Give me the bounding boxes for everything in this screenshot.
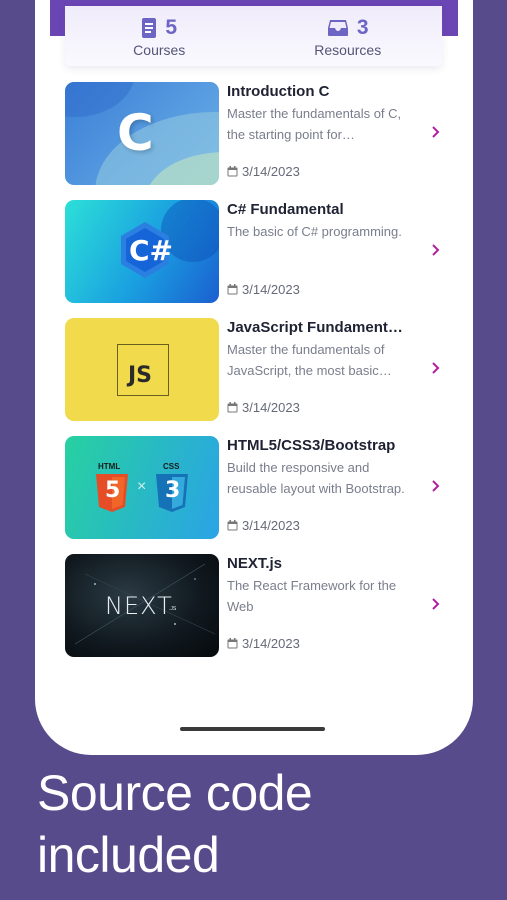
chevron-right-icon[interactable]: [425, 122, 445, 142]
course-title: JavaScript Fundamentals: [227, 319, 407, 336]
course-title: C# Fundamental: [227, 201, 344, 218]
stat-courses[interactable]: 5 Courses: [65, 6, 254, 66]
chevron-right-icon[interactable]: [425, 358, 445, 378]
calendar-icon: [227, 402, 238, 413]
course-card-c[interactable]: C Introduction C Master the fundamentals…: [65, 82, 445, 185]
headline-line-2: included: [37, 827, 220, 883]
resources-label: Resources: [314, 42, 382, 58]
stats-bar: 5 Courses 3 Resources: [65, 6, 442, 66]
course-date-text: 3/14/2023: [242, 400, 300, 415]
phone-screen: 5 Courses 3 Resources C Introduction C M…: [35, 0, 473, 755]
inbox-icon: [327, 20, 348, 36]
course-date-text: 3/14/2023: [242, 636, 300, 651]
course-card-csharp[interactable]: C# C# Fundamental The basic of C# progra…: [65, 200, 445, 303]
promo-headline: Source code included: [37, 762, 313, 886]
course-card-javascript[interactable]: JS JavaScript Fundamentals Master the fu…: [65, 318, 445, 421]
course-title: NEXT.js: [227, 555, 283, 572]
course-thumbnail: C#: [65, 200, 219, 303]
html5-number: 5: [105, 478, 121, 503]
calendar-icon: [227, 638, 238, 649]
course-thumbnail: C: [65, 82, 219, 185]
c-logo: C: [117, 104, 154, 162]
course-date: 3/14/2023: [227, 282, 300, 297]
chevron-right-icon[interactable]: [425, 476, 445, 496]
course-description: Master the fundamentals of JavaScript, t…: [227, 342, 385, 378]
course-list: C Introduction C Master the fundamentals…: [65, 82, 445, 672]
course-date-text: 3/14/2023: [242, 164, 300, 179]
course-title: HTML5/CSS3/Bootstrap: [227, 437, 396, 454]
course-date: 3/14/2023: [227, 400, 300, 415]
chevron-right-icon[interactable]: [425, 594, 445, 614]
resources-count: 3: [356, 16, 369, 39]
course-info: NEXT.js The React Framework for the Web …: [227, 554, 407, 657]
course-title: Introduction C: [227, 83, 330, 100]
course-info: C# Fundamental The basic of C# programmi…: [227, 200, 407, 303]
headline-line-1: Source code: [37, 765, 313, 821]
calendar-icon: [227, 166, 238, 177]
course-description: The React Framework for the Web: [227, 578, 397, 614]
css-label: CSS: [163, 462, 180, 471]
course-description: Build the responsive and reusable layout…: [227, 460, 405, 496]
next-logo: NEXT: [105, 592, 173, 620]
document-icon: [142, 18, 157, 38]
course-card-nextjs[interactable]: NEXT .JS NEXT.js The React Framework for…: [65, 554, 445, 657]
course-date: 3/14/2023: [227, 518, 300, 533]
calendar-icon: [227, 284, 238, 295]
html-label: HTML: [98, 462, 121, 471]
css3-number: 3: [165, 478, 181, 503]
csharp-logo: C#: [129, 234, 174, 267]
home-indicator[interactable]: [180, 727, 325, 731]
courses-count: 5: [165, 16, 178, 39]
course-thumbnail: JS: [65, 318, 219, 421]
course-description: Master the fundamentals of C, the starti…: [227, 106, 402, 142]
course-thumbnail: NEXT .JS: [65, 554, 219, 657]
calendar-icon: [227, 520, 238, 531]
stat-resources[interactable]: 3 Resources: [254, 6, 443, 66]
course-thumbnail: HTML CSS 5 × 3: [65, 436, 219, 539]
course-info: JavaScript Fundamentals Master the funda…: [227, 318, 407, 421]
chevron-right-icon[interactable]: [425, 240, 445, 260]
course-description: The basic of C# programming.: [227, 224, 402, 239]
courses-label: Courses: [133, 42, 186, 58]
x-separator: ×: [137, 478, 147, 495]
course-card-html-css[interactable]: HTML CSS 5 × 3 HTML5/CSS3/Bootstrap Buil…: [65, 436, 445, 539]
course-info: Introduction C Master the fundamentals o…: [227, 82, 407, 185]
course-date-text: 3/14/2023: [242, 282, 300, 297]
course-date: 3/14/2023: [227, 636, 300, 651]
course-date: 3/14/2023: [227, 164, 300, 179]
course-info: HTML5/CSS3/Bootstrap Build the responsiv…: [227, 436, 407, 539]
next-js-suffix: .JS: [169, 606, 177, 612]
course-date-text: 3/14/2023: [242, 518, 300, 533]
js-logo: JS: [128, 363, 153, 388]
